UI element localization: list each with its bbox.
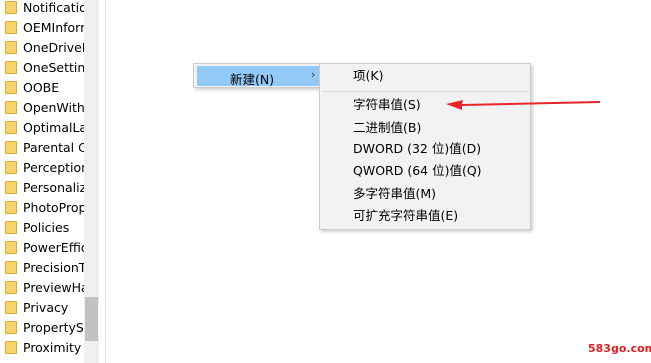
tree-item[interactable]: OOBE: [0, 77, 86, 97]
menu-item-qword-value[interactable]: QWORD (64 位)值(Q): [353, 161, 482, 181]
tree-item[interactable]: PreviewHa: [0, 277, 86, 297]
folder-icon: [5, 200, 17, 214]
tree-item[interactable]: OneSetting: [0, 57, 86, 77]
folder-icon: [5, 120, 17, 134]
watermark: 583go.com: [588, 342, 651, 355]
tree-item[interactable]: Proximity: [0, 337, 86, 357]
folder-icon: [5, 160, 17, 174]
folder-icon: [5, 60, 17, 74]
tree-item[interactable]: Notification: [0, 0, 86, 17]
tree-item[interactable]: PowerEffic: [0, 237, 86, 257]
tree-item[interactable]: OptimalLa: [0, 117, 86, 137]
menu-item-binary-value[interactable]: 二进制值(B): [353, 118, 421, 138]
tree-item[interactable]: Policies: [0, 217, 86, 237]
menu-item-multi-string-value[interactable]: 多字符串值(M): [353, 184, 436, 204]
folder-icon: [5, 180, 17, 194]
tree-item[interactable]: OneDriveF: [0, 37, 86, 57]
folder-icon: [5, 280, 17, 294]
menu-item-key[interactable]: 项(K): [353, 66, 383, 86]
tree-item[interactable]: Perception: [0, 157, 86, 177]
registry-tree: Notification OEMInforr OneDriveF OneSett…: [0, 0, 86, 363]
menu-item-expandable-string-value[interactable]: 可扩充字符串值(E): [353, 206, 458, 226]
tree-item[interactable]: PropertySy: [0, 317, 86, 337]
tree-item[interactable]: Parental C: [0, 137, 86, 157]
menu-item-dword-value[interactable]: DWORD (32 位)值(D): [353, 139, 481, 159]
folder-icon: [5, 140, 17, 154]
tree-item[interactable]: Personaliz: [0, 177, 86, 197]
folder-icon: [5, 300, 17, 314]
folder-icon: [5, 320, 17, 334]
folder-icon: [5, 240, 17, 254]
folder-icon: [5, 80, 17, 94]
folder-icon: [5, 340, 17, 354]
chevron-right-icon: ›: [311, 68, 316, 81]
folder-icon: [5, 100, 17, 114]
tree-item[interactable]: OEMInforr: [0, 17, 86, 37]
tree-item[interactable]: PrecisionT: [0, 257, 86, 277]
folder-icon: [5, 220, 17, 234]
folder-icon: [5, 40, 17, 54]
menu-item-string-value[interactable]: 字符串值(S): [353, 95, 421, 115]
folder-icon: [5, 20, 17, 34]
menu-item-new[interactable]: 新建(N) ›: [197, 66, 320, 87]
context-menu: 新建(N) ›: [193, 63, 324, 88]
tree-item[interactable]: PhotoProp: [0, 197, 86, 217]
tree-scrollbar[interactable]: [84, 0, 99, 363]
folder-icon: [5, 260, 17, 274]
new-submenu: 项(K) 字符串值(S) 二进制值(B) DWORD (32 位)值(D) QW…: [319, 63, 531, 230]
scrollbar-thumb[interactable]: [85, 297, 98, 341]
menu-separator: [322, 91, 528, 92]
folder-icon: [5, 0, 17, 14]
tree-item[interactable]: OpenWith: [0, 97, 86, 117]
tree-item[interactable]: Privacy: [0, 297, 86, 317]
